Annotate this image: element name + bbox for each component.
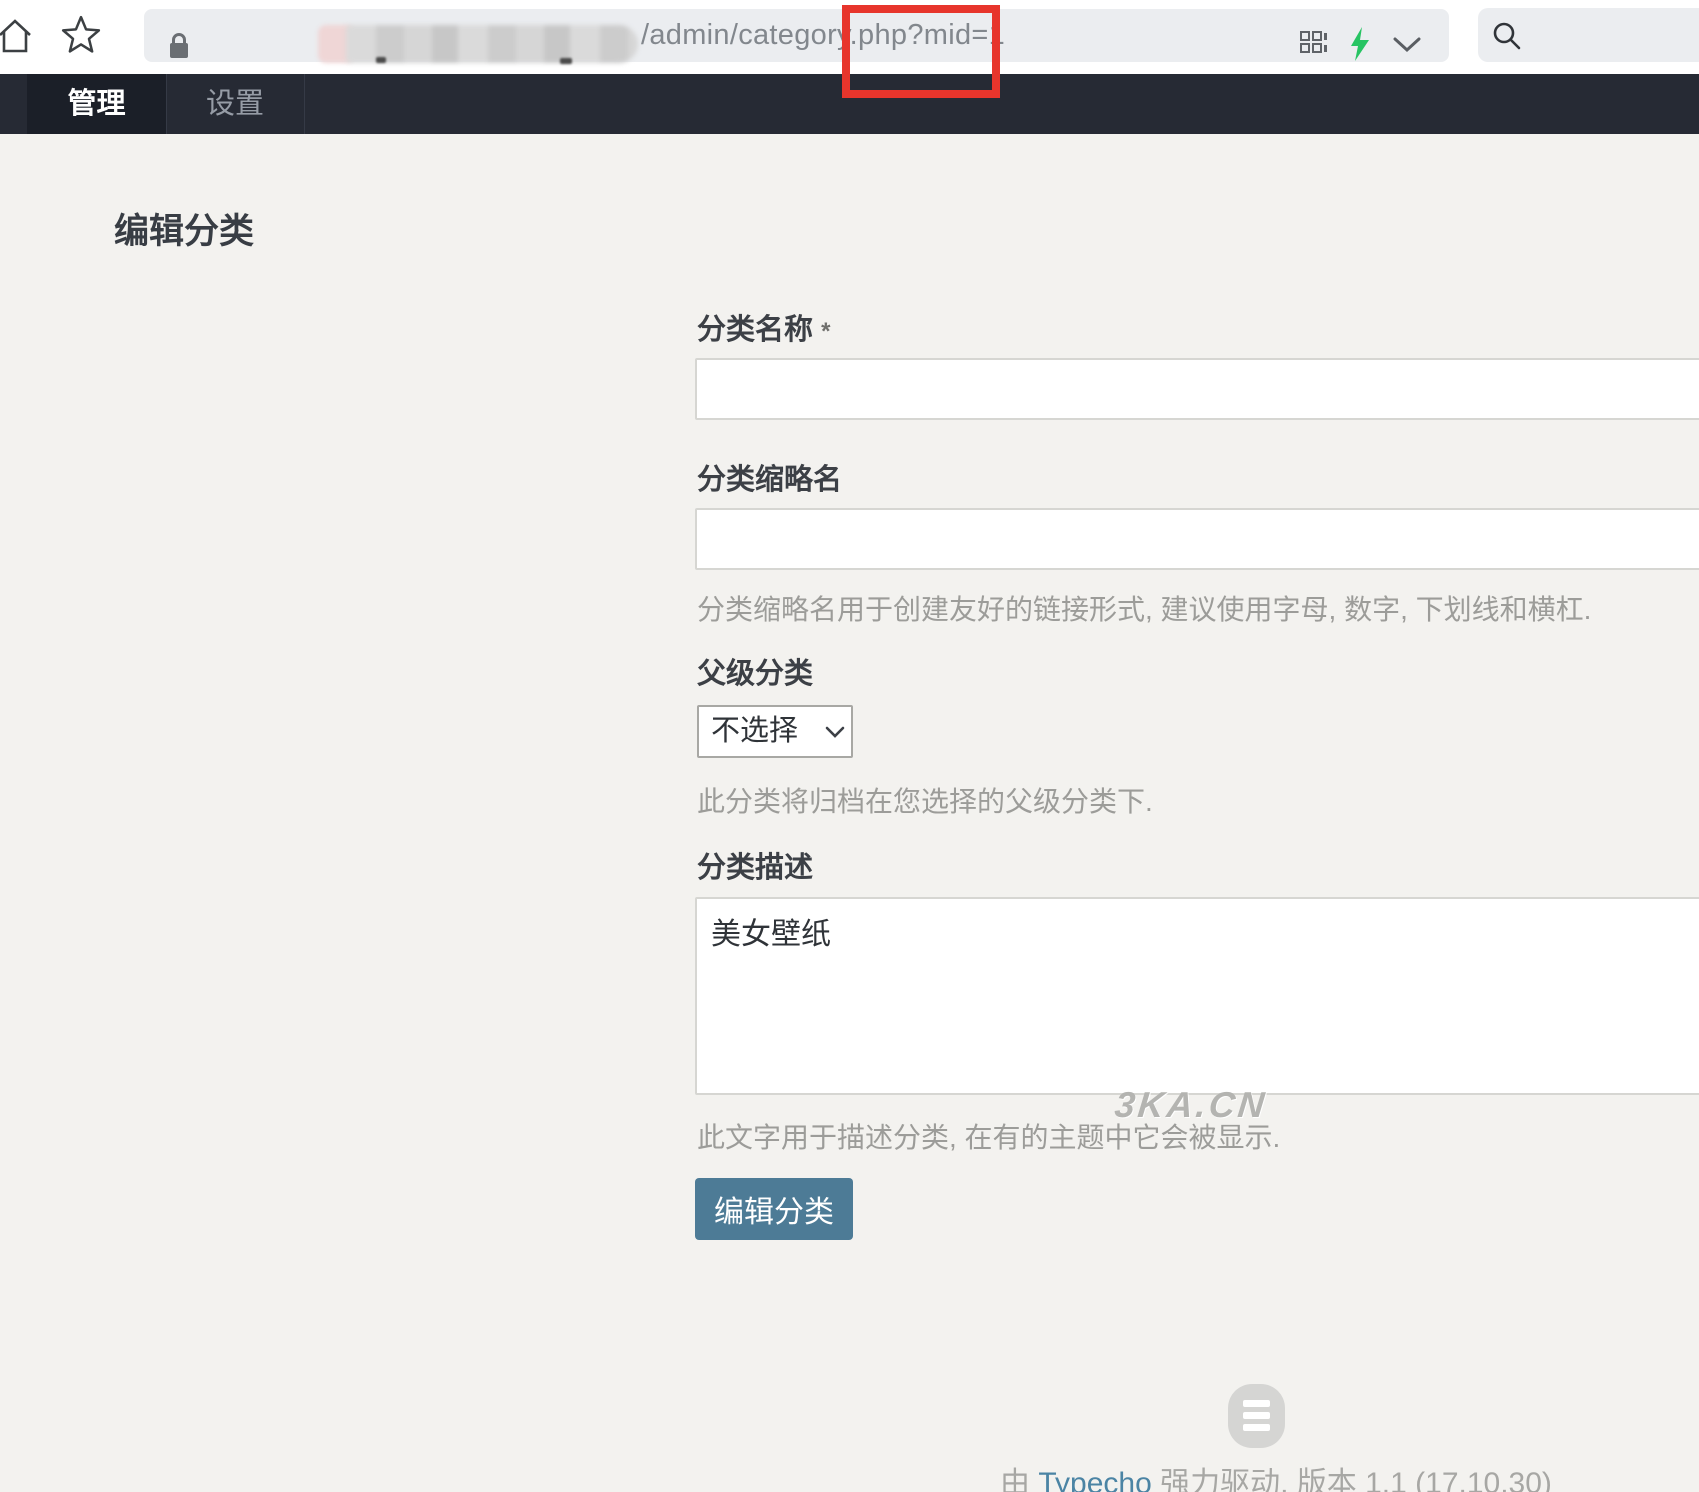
page-title: 编辑分类 bbox=[114, 203, 254, 254]
lightning-icon[interactable] bbox=[1348, 27, 1372, 61]
browser-toolbar: /admin/category.php?mid=1 巨贪涉案30亿 bbox=[0, 0, 1699, 74]
watermark-text: 3KA.CN bbox=[1113, 1084, 1269, 1126]
required-mark: * bbox=[821, 318, 830, 345]
chevron-down-icon[interactable] bbox=[1392, 36, 1422, 54]
annotation-red-box bbox=[842, 5, 1000, 98]
parent-help-text: 此分类将归档在您选择的父级分类下. bbox=[697, 780, 1153, 820]
select-chevron-icon bbox=[825, 726, 845, 739]
redacted-url-blur bbox=[346, 25, 638, 63]
footer-suffix: 强力驱动, 版本 1.1 (17.10.30) bbox=[1152, 1467, 1552, 1492]
redacted-descender-mark bbox=[560, 58, 572, 64]
redacted-descender-mark bbox=[376, 57, 386, 63]
category-name-input[interactable] bbox=[695, 358, 1699, 420]
lock-icon bbox=[166, 31, 192, 61]
search-box[interactable]: 巨贪涉案30亿 bbox=[1478, 8, 1699, 62]
parent-category-select[interactable]: 不选择 bbox=[697, 705, 853, 758]
category-slug-input[interactable] bbox=[695, 508, 1699, 570]
address-bar[interactable]: /admin/category.php?mid=1 bbox=[144, 9, 1449, 62]
footer-powered-by: 由 Typecho 强力驱动, 版本 1.1 (17.10.30) bbox=[1000, 1458, 1552, 1492]
category-name-label: 分类名称 * bbox=[697, 306, 830, 348]
tab-manage[interactable]: 管理 bbox=[27, 74, 166, 134]
qr-code-icon[interactable] bbox=[1300, 31, 1328, 59]
typecho-logo-icon bbox=[1228, 1384, 1285, 1448]
search-icon bbox=[1492, 21, 1522, 51]
edit-category-submit-button[interactable]: 编辑分类 bbox=[695, 1178, 853, 1240]
slug-help-text: 分类缩略名用于创建友好的链接形式, 建议使用字母, 数字, 下划线和横杠. bbox=[697, 588, 1591, 628]
selected-option-text: 不选择 bbox=[711, 707, 798, 756]
typecho-link[interactable]: Typecho bbox=[1038, 1467, 1151, 1492]
category-slug-label: 分类缩略名 bbox=[697, 456, 842, 498]
footer-prefix: 由 bbox=[1000, 1467, 1038, 1492]
star-bookmark-icon[interactable] bbox=[60, 14, 102, 56]
parent-category-label: 父级分类 bbox=[697, 650, 813, 692]
category-desc-textarea[interactable]: 美女壁纸 bbox=[695, 897, 1699, 1095]
home-icon[interactable] bbox=[0, 15, 36, 57]
tab-settings[interactable]: 设置 bbox=[166, 74, 304, 134]
category-desc-label: 分类描述 bbox=[697, 844, 813, 886]
browser-window: /admin/category.php?mid=1 巨贪涉案30亿 bbox=[0, 0, 1699, 1492]
